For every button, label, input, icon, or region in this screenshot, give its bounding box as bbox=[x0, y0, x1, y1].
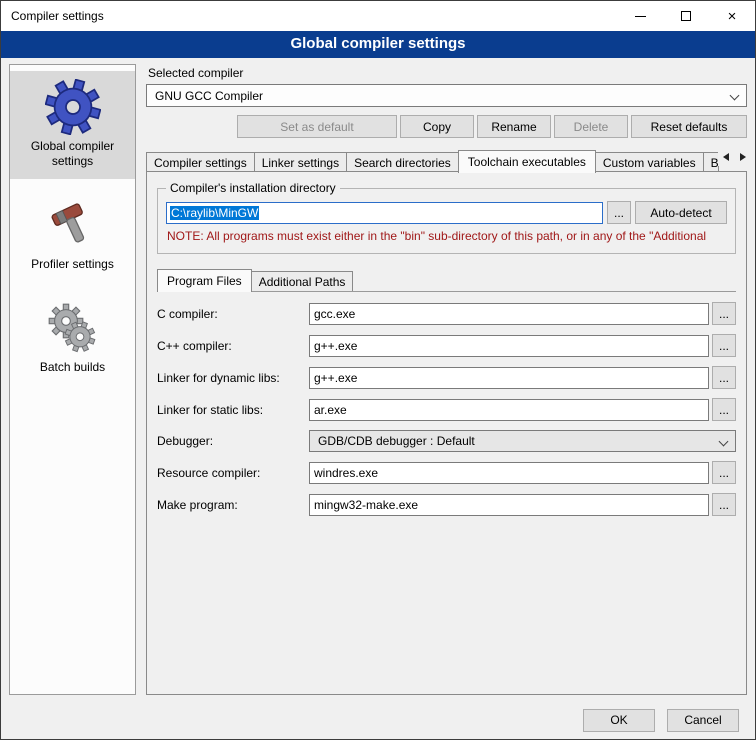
maximize-button[interactable] bbox=[663, 1, 709, 31]
debugger-label: Debugger: bbox=[157, 434, 309, 448]
page-title: Global compiler settings bbox=[1, 31, 755, 58]
compiler-actions: Set as default Copy Rename Delete Reset … bbox=[146, 115, 747, 138]
cancel-button[interactable]: Cancel bbox=[667, 709, 739, 732]
linker-dynamic-browse-button[interactable]: ... bbox=[712, 366, 736, 389]
selected-compiler-dropdown[interactable]: GNU GCC Compiler bbox=[146, 84, 747, 107]
make-program-label: Make program: bbox=[157, 498, 309, 512]
tab-compiler-settings[interactable]: Compiler settings bbox=[146, 152, 255, 172]
installation-directory-groupbox: Compiler's installation directory C:\ray… bbox=[157, 188, 736, 254]
close-button[interactable]: × bbox=[709, 1, 755, 31]
sidebar-item-label: Batch builds bbox=[40, 360, 105, 375]
set-as-default-button: Set as default bbox=[237, 115, 397, 138]
installation-directory-selected-text: C:\raylib\MinGW bbox=[170, 206, 259, 220]
toolchain-fields: C compiler: ... C++ compiler: ... Linker… bbox=[157, 302, 736, 525]
ok-button[interactable]: OK bbox=[583, 709, 655, 732]
dialog-footer: OK Cancel bbox=[1, 701, 755, 739]
delete-button: Delete bbox=[554, 115, 628, 138]
gear-icon bbox=[45, 79, 101, 135]
tab-scroll-left-button[interactable] bbox=[718, 148, 735, 166]
c-compiler-label: C compiler: bbox=[157, 307, 309, 321]
titlebar: Compiler settings × bbox=[1, 1, 755, 31]
selected-compiler-value: GNU GCC Compiler bbox=[155, 89, 263, 103]
field-row-c-compiler: C compiler: ... bbox=[157, 302, 736, 325]
field-row-cpp-compiler: C++ compiler: ... bbox=[157, 334, 736, 357]
sidebar: Global compiler settings Profiler settin… bbox=[9, 64, 136, 695]
field-row-linker-static: Linker for static libs: ... bbox=[157, 398, 736, 421]
installation-directory-input[interactable]: C:\raylib\MinGW bbox=[166, 202, 603, 224]
settings-tabstrip: Compiler settings Linker settings Search… bbox=[146, 148, 747, 172]
window-controls: × bbox=[617, 1, 755, 31]
field-row-debugger: Debugger: GDB/CDB debugger : Default bbox=[157, 430, 736, 452]
c-compiler-input[interactable] bbox=[309, 303, 709, 325]
cpp-compiler-browse-button[interactable]: ... bbox=[712, 334, 736, 357]
cpp-compiler-label: C++ compiler: bbox=[157, 339, 309, 353]
c-compiler-browse-button[interactable]: ... bbox=[712, 302, 736, 325]
chevron-down-icon bbox=[730, 91, 740, 101]
window-title: Compiler settings bbox=[11, 9, 617, 23]
tab-build-options[interactable]: Build bbox=[703, 152, 719, 172]
main-content: Selected compiler GNU GCC Compiler Set a… bbox=[146, 64, 747, 695]
make-program-browse-button[interactable]: ... bbox=[712, 493, 736, 516]
sidebar-item-label: Profiler settings bbox=[31, 257, 114, 272]
arrow-right-icon bbox=[740, 153, 746, 161]
linker-static-input[interactable] bbox=[309, 399, 709, 421]
maximize-icon bbox=[681, 11, 691, 21]
resource-compiler-label: Resource compiler: bbox=[157, 466, 309, 480]
chevron-down-icon bbox=[719, 437, 729, 447]
installation-directory-browse-button[interactable]: ... bbox=[607, 201, 631, 224]
debugger-value: GDB/CDB debugger : Default bbox=[318, 434, 475, 448]
reset-defaults-button[interactable]: Reset defaults bbox=[631, 115, 747, 138]
linker-dynamic-input[interactable] bbox=[309, 367, 709, 389]
sidebar-item-label: Global compiler settings bbox=[14, 139, 131, 169]
dialog-body: Global compiler settings Profiler settin… bbox=[1, 58, 755, 701]
sidebar-item-batch-builds[interactable]: Batch builds bbox=[10, 292, 135, 385]
tab-toolchain-executables[interactable]: Toolchain executables bbox=[458, 150, 596, 173]
compiler-settings-window: Compiler settings × Global compiler sett… bbox=[0, 0, 756, 740]
toolchain-executables-panel: Compiler's installation directory C:\ray… bbox=[146, 171, 747, 695]
tab-scroll-right-button[interactable] bbox=[735, 148, 752, 166]
installation-directory-row: C:\raylib\MinGW ... Auto-detect bbox=[166, 201, 727, 224]
program-files-tabstrip: Program Files Additional Paths bbox=[157, 268, 736, 292]
sidebar-item-global-compiler-settings[interactable]: Global compiler settings bbox=[10, 71, 135, 179]
close-icon: × bbox=[728, 9, 737, 24]
bin-subdirectory-note: NOTE: All programs must exist either in … bbox=[167, 229, 726, 243]
installation-directory-legend: Compiler's installation directory bbox=[166, 181, 340, 195]
subtab-program-files[interactable]: Program Files bbox=[157, 269, 252, 292]
profiler-tool-icon bbox=[45, 197, 101, 253]
minimize-icon bbox=[635, 16, 646, 17]
make-program-input[interactable] bbox=[309, 494, 709, 516]
linker-static-label: Linker for static libs: bbox=[157, 403, 309, 417]
field-row-make-program: Make program: ... bbox=[157, 493, 736, 516]
tab-linker-settings[interactable]: Linker settings bbox=[254, 152, 347, 172]
resource-compiler-browse-button[interactable]: ... bbox=[712, 461, 736, 484]
minimize-button[interactable] bbox=[617, 1, 663, 31]
arrow-left-icon bbox=[723, 153, 729, 161]
auto-detect-button[interactable]: Auto-detect bbox=[635, 201, 727, 224]
selected-compiler-label: Selected compiler bbox=[148, 66, 747, 80]
resource-compiler-input[interactable] bbox=[309, 462, 709, 484]
tab-scroll-arrows bbox=[718, 148, 752, 166]
debugger-dropdown[interactable]: GDB/CDB debugger : Default bbox=[309, 430, 736, 452]
linker-static-browse-button[interactable]: ... bbox=[712, 398, 736, 421]
linker-dynamic-label: Linker for dynamic libs: bbox=[157, 371, 309, 385]
field-row-linker-dynamic: Linker for dynamic libs: ... bbox=[157, 366, 736, 389]
cpp-compiler-input[interactable] bbox=[309, 335, 709, 357]
copy-button[interactable]: Copy bbox=[400, 115, 474, 138]
tab-search-directories[interactable]: Search directories bbox=[346, 152, 459, 172]
sidebar-item-profiler-settings[interactable]: Profiler settings bbox=[10, 189, 135, 282]
field-row-resource-compiler: Resource compiler: ... bbox=[157, 461, 736, 484]
subtab-additional-paths[interactable]: Additional Paths bbox=[251, 271, 354, 291]
rename-button[interactable]: Rename bbox=[477, 115, 551, 138]
batch-builds-gears-icon bbox=[45, 300, 101, 356]
tab-custom-variables[interactable]: Custom variables bbox=[595, 152, 704, 172]
